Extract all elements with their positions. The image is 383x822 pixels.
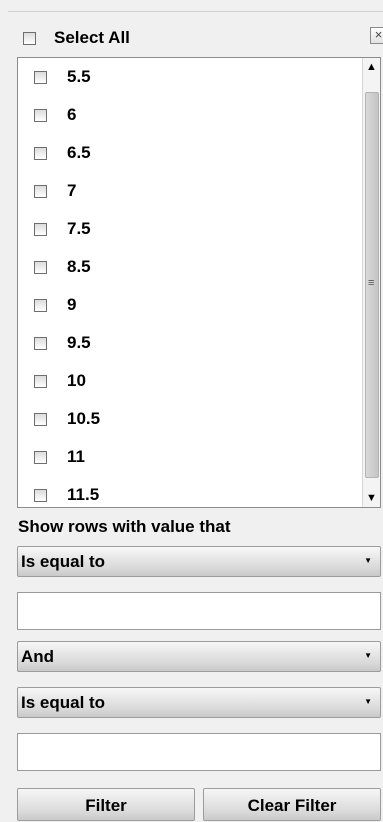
condition1-value-input[interactable] — [17, 592, 381, 630]
value-checkbox[interactable] — [34, 337, 47, 350]
list-item[interactable]: 11.5 — [18, 476, 362, 507]
value-checkbox[interactable] — [34, 375, 47, 388]
value-label: 9.5 — [67, 333, 91, 352]
value-checkbox[interactable] — [34, 261, 47, 274]
list-item[interactable]: 9 — [18, 286, 362, 324]
list-item[interactable]: 9.5 — [18, 324, 362, 362]
chevron-down-icon: ▼ — [364, 556, 372, 565]
value-label: 6.5 — [67, 143, 91, 162]
show-rows-label: Show rows with value that — [18, 517, 231, 536]
list-item[interactable]: 7.5 — [18, 210, 362, 248]
chevron-down-icon: ▼ — [364, 651, 372, 660]
scroll-up-arrow-icon[interactable]: ▲ — [363, 58, 380, 76]
list-item[interactable]: 5.5 — [18, 58, 362, 96]
select-all-checkbox[interactable] — [23, 32, 36, 45]
value-label: 11 — [67, 447, 85, 466]
list-item[interactable]: 7 — [18, 172, 362, 210]
value-label: 6 — [67, 105, 77, 124]
value-checkbox[interactable] — [34, 71, 47, 84]
value-checkbox[interactable] — [34, 489, 47, 502]
condition2-selected: Is equal to — [21, 693, 106, 712]
select-all-label: Select All — [54, 28, 130, 47]
value-label: 10.5 — [67, 409, 101, 428]
value-label: 5.5 — [67, 67, 91, 86]
list-scrollbar[interactable]: ▲ ≡ ▼ — [362, 58, 380, 507]
list-item[interactable]: 11 — [18, 438, 362, 476]
logic-operator-dropdown[interactable]: And ▼ — [17, 641, 381, 672]
top-divider — [8, 11, 383, 12]
filter-panel: Select All × 5.5 6 6.5 7 7.5 8.5 9 9.5 1… — [0, 0, 383, 821]
logic-operator-selected: And — [21, 647, 55, 666]
close-icon[interactable]: × — [370, 27, 383, 44]
value-checkbox[interactable] — [34, 147, 47, 160]
list-item[interactable]: 6 — [18, 96, 362, 134]
scroll-down-arrow-icon[interactable]: ▼ — [363, 489, 380, 507]
value-label: 8.5 — [67, 257, 91, 276]
value-label: 11.5 — [67, 485, 100, 504]
value-label: 10 — [67, 371, 86, 390]
list-item[interactable]: 10 — [18, 362, 362, 400]
value-label: 9 — [67, 295, 77, 314]
list-item[interactable]: 8.5 — [18, 248, 362, 286]
value-label: 7 — [67, 181, 77, 200]
condition2-value-input[interactable] — [17, 733, 381, 771]
value-label: 7.5 — [67, 219, 91, 238]
list-item[interactable]: 10.5 — [18, 400, 362, 438]
grip-icon: ≡ — [368, 277, 375, 289]
value-checkbox[interactable] — [34, 413, 47, 426]
value-checkbox[interactable] — [34, 223, 47, 236]
list-item[interactable]: 6.5 — [18, 134, 362, 172]
scroll-thumb[interactable]: ≡ — [365, 92, 379, 478]
filter-button[interactable]: Filter — [17, 788, 195, 821]
condition1-selected: Is equal to — [21, 552, 106, 571]
value-checkbox[interactable] — [34, 299, 47, 312]
clear-filter-button[interactable]: Clear Filter — [203, 788, 381, 821]
chevron-down-icon: ▼ — [364, 697, 372, 706]
select-all-row[interactable]: Select All × — [12, 24, 383, 54]
value-checkbox[interactable] — [34, 185, 47, 198]
condition2-dropdown[interactable]: Is equal to ▼ — [17, 687, 381, 718]
condition1-dropdown[interactable]: Is equal to ▼ — [17, 546, 381, 577]
value-checkbox[interactable] — [34, 451, 47, 464]
value-checkbox[interactable] — [34, 109, 47, 122]
value-list[interactable]: 5.5 6 6.5 7 7.5 8.5 9 9.5 10 10.5 11 11.… — [17, 57, 381, 508]
